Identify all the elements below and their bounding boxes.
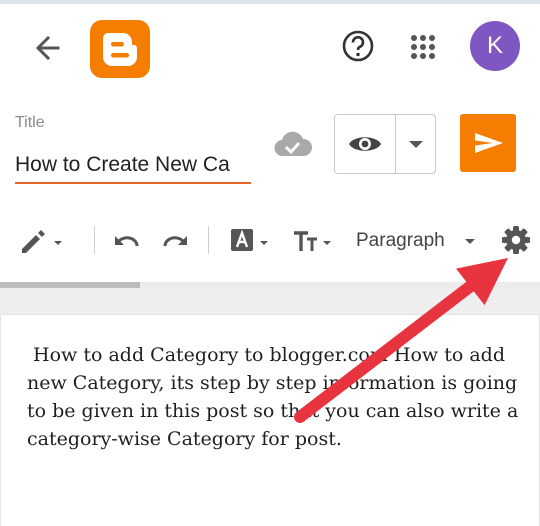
undo-button[interactable] [110, 222, 144, 258]
title-input[interactable] [15, 148, 251, 184]
top-divider [0, 0, 540, 4]
post-body-text[interactable]: How to add Category to blogger.com How t… [27, 341, 539, 453]
text-color-button[interactable] [226, 222, 274, 258]
help-circle-icon [342, 30, 374, 62]
toolbar-divider [208, 226, 209, 254]
app-header: K [0, 0, 540, 92]
account-avatar[interactable]: K [470, 21, 520, 71]
preview-dropdown-button[interactable] [396, 115, 436, 173]
preview-button[interactable] [335, 115, 395, 173]
eye-icon [349, 137, 381, 151]
redo-icon [163, 236, 187, 247]
send-icon [475, 133, 503, 153]
font-size-icon [294, 231, 331, 251]
pencil-icon [22, 230, 62, 253]
paragraph-style-label: Paragraph [356, 230, 445, 251]
chevron-down-icon [465, 239, 475, 244]
back-button[interactable] [30, 30, 66, 66]
toolbar-divider [94, 226, 95, 254]
blogger-logo-icon [103, 33, 137, 66]
blogger-logo[interactable] [90, 20, 150, 78]
arrow-left-icon [35, 35, 60, 61]
title-label: Title [15, 114, 45, 131]
compose-mode-button[interactable] [16, 222, 66, 258]
preview-button-group [334, 114, 436, 174]
undo-icon [115, 236, 139, 247]
font-size-button[interactable] [290, 222, 338, 258]
paragraph-style-dropdown[interactable]: Paragraph [356, 228, 480, 254]
redo-button[interactable] [158, 222, 192, 258]
help-button[interactable] [338, 26, 378, 66]
post-editor[interactable]: How to add Category to blogger.com How t… [0, 314, 540, 526]
caret-down-icon [409, 141, 423, 148]
post-settings-button[interactable] [500, 224, 532, 256]
text-color-icon [231, 229, 268, 251]
apps-grid-icon [411, 35, 435, 59]
gear-icon [502, 226, 530, 254]
cloud-saved-icon [272, 128, 314, 162]
publish-button[interactable] [460, 114, 516, 172]
apps-button[interactable] [406, 30, 440, 64]
